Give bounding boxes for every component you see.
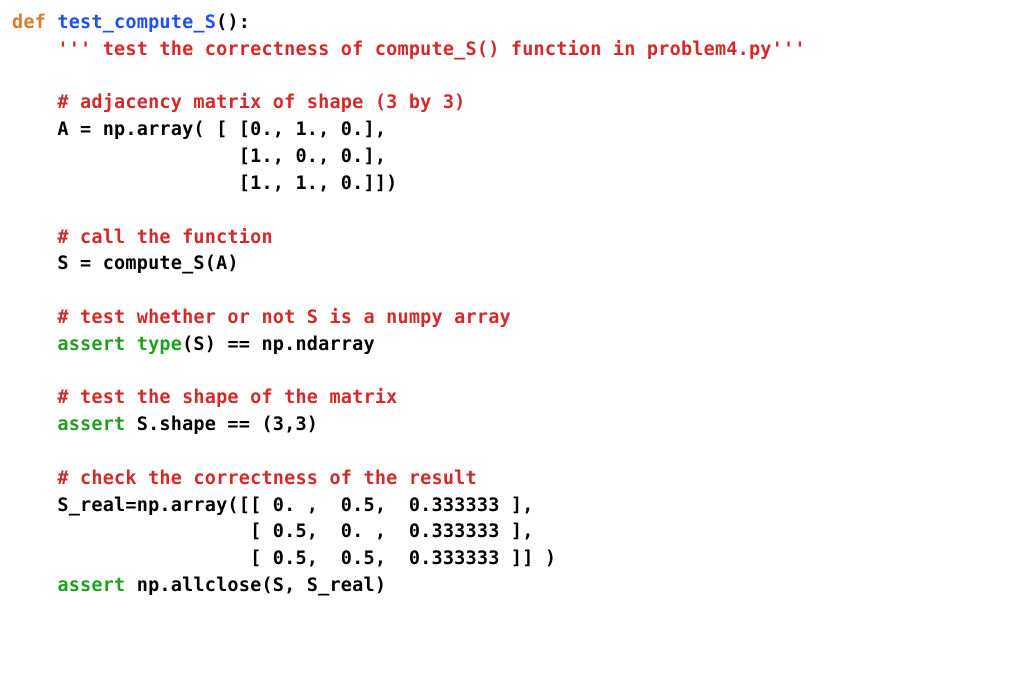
docstring: ''' test the correctness of compute_S() … (57, 39, 805, 60)
keyword-assert-3: assert (57, 575, 125, 596)
array-line-1: A = np.array( [ [0., 1., 0.], (57, 119, 386, 140)
keyword-assert: assert (57, 334, 125, 355)
keyword-type: type (137, 334, 182, 355)
keyword-assert-2: assert (57, 414, 125, 435)
comment-correct: # check the correctness of the result (57, 468, 477, 489)
signature-tail: (): (216, 12, 250, 33)
call-line: S = compute_S(A) (57, 253, 238, 274)
comment-call: # call the function (57, 227, 272, 248)
comment-adjacency: # adjacency matrix of shape (3 by 3) (57, 92, 465, 113)
array-line-3: [1., 1., 0.]]) (57, 173, 397, 194)
sreal-line-1: S_real=np.array([[ 0. , 0.5, 0.333333 ], (57, 495, 533, 516)
function-name: test_compute_S (57, 12, 216, 33)
array-line-2: [1., 0., 0.], (57, 146, 386, 167)
comment-type: # test whether or not S is a numpy array (57, 307, 511, 328)
comment-shape: # test the shape of the matrix (57, 387, 397, 408)
assert-close-tail: np.allclose(S, S_real) (125, 575, 386, 596)
assert-shape-tail: S.shape == (3,3) (125, 414, 318, 435)
assert-type-tail: (S) == np.ndarray (182, 334, 375, 355)
sreal-line-2: [ 0.5, 0. , 0.333333 ], (57, 521, 533, 542)
keyword-def: def (12, 12, 46, 33)
code-block: def test_compute_S(): ''' test the corre… (0, 0, 1024, 610)
sreal-line-3: [ 0.5, 0.5, 0.333333 ]] ) (57, 548, 556, 569)
